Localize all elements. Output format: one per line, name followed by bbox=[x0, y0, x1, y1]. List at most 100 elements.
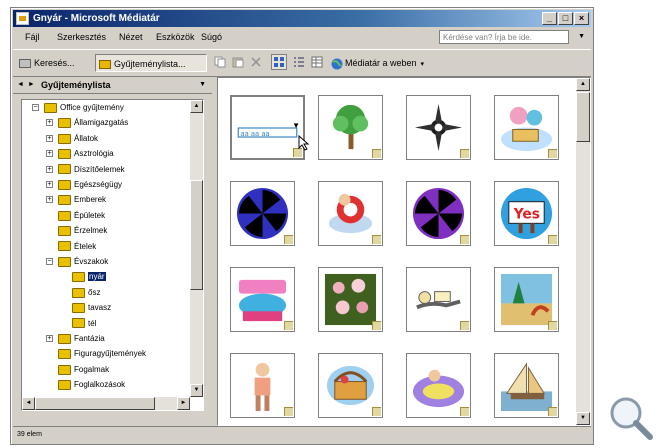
clip-purple-pinwheel[interactable] bbox=[406, 181, 471, 246]
delete-icon[interactable] bbox=[250, 56, 262, 68]
online-dropdown-icon[interactable]: ▾ bbox=[421, 61, 425, 68]
tree-node[interactable]: nyár bbox=[72, 270, 106, 284]
expand-icon[interactable]: + bbox=[46, 196, 53, 204]
grid-scroll-thumb[interactable] bbox=[576, 92, 590, 142]
tree-node[interactable]: + Asztrológia bbox=[46, 147, 114, 161]
clip-pool-float[interactable] bbox=[406, 353, 471, 418]
clip-blue-pinwheel[interactable] bbox=[230, 181, 295, 246]
menu-tools[interactable]: Eszközök bbox=[156, 32, 195, 42]
help-dropdown-icon[interactable]: ▼ bbox=[578, 33, 585, 40]
collection-tree[interactable]: − Office gyűjtemény + Államigazgatás + Állato… bbox=[21, 99, 204, 411]
tree-horizontal-scrollbar[interactable]: ◄ ► bbox=[22, 397, 190, 410]
clip-image: aa aa aa bbox=[237, 127, 298, 138]
grid-scroll-up-button[interactable]: ▲ bbox=[576, 78, 590, 91]
tree-node-label: Épületek bbox=[74, 210, 106, 220]
tree-node[interactable]: + Emberek bbox=[46, 193, 106, 207]
paste-icon[interactable] bbox=[232, 56, 244, 68]
clip-image bbox=[414, 103, 463, 152]
pane-grip-icon[interactable]: ◄ ► bbox=[17, 77, 36, 93]
expand-icon[interactable]: + bbox=[46, 150, 53, 158]
clip-flower-collage[interactable] bbox=[318, 267, 383, 332]
tree-node-label: nyár bbox=[88, 272, 106, 282]
expand-icon[interactable]: + bbox=[46, 165, 53, 173]
globe-icon bbox=[331, 58, 343, 70]
tree-node[interactable]: − Office gyűjtemény bbox=[32, 101, 124, 115]
magnifier-icon[interactable] bbox=[606, 393, 656, 443]
tree-node[interactable]: Épületek bbox=[58, 209, 105, 223]
clip-summer-banner[interactable] bbox=[230, 267, 295, 332]
tree-node[interactable]: Érzelmek bbox=[58, 224, 107, 238]
clip-menu-arrow-icon[interactable]: ▼ bbox=[292, 121, 300, 130]
tree-scroll-right-button[interactable]: ► bbox=[177, 397, 190, 410]
tree-scroll-thumb[interactable] bbox=[190, 180, 203, 290]
tree-hscroll-thumb[interactable] bbox=[35, 397, 155, 410]
svg-text:aa aa aa: aa aa aa bbox=[241, 130, 270, 138]
clip-border-divider[interactable]: aa aa aa ▼ bbox=[230, 95, 310, 160]
minimize-button[interactable]: _ bbox=[542, 12, 557, 25]
clips-online-button[interactable]: Médiatár a weben ▾ bbox=[331, 54, 451, 72]
tree-node[interactable]: + Állatok bbox=[46, 132, 98, 146]
tree-node[interactable]: + Egészségügy bbox=[46, 178, 123, 192]
help-question-input[interactable]: Kérdése van? Írja be ide. bbox=[439, 30, 569, 44]
tree-node[interactable]: + Államigazgatás bbox=[46, 116, 128, 130]
folder-icon bbox=[58, 333, 71, 344]
thumbnails-view-icon[interactable] bbox=[271, 54, 287, 70]
list-view-icon[interactable] bbox=[293, 56, 305, 68]
tree-vertical-scrollbar[interactable]: ▲ ▼ bbox=[190, 100, 203, 397]
menu-help[interactable]: Súgó bbox=[201, 32, 222, 42]
collapse-icon[interactable]: − bbox=[32, 104, 39, 111]
clip-beach-picnic[interactable] bbox=[494, 95, 559, 160]
search-button[interactable]: Keresés... bbox=[19, 54, 79, 72]
clip-badge-icon bbox=[284, 235, 293, 244]
collection-pane-header: ◄ ► Gyűjteménylista ▼ bbox=[13, 77, 212, 94]
collapse-icon[interactable]: − bbox=[46, 258, 53, 265]
maximize-button[interactable]: □ bbox=[558, 12, 573, 25]
expand-icon[interactable]: + bbox=[46, 181, 53, 188]
tree-node[interactable]: Ételek bbox=[58, 240, 96, 254]
tree-node[interactable]: Fogalmak bbox=[58, 363, 109, 377]
clip-sun-ornament[interactable] bbox=[406, 95, 471, 160]
tree-node-label: Egészségügy bbox=[74, 180, 123, 189]
menu-edit[interactable]: Szerkesztés bbox=[57, 32, 106, 42]
tree-node[interactable]: Foglalkozások bbox=[58, 378, 125, 392]
tree-node[interactable]: − Évszakok bbox=[46, 255, 108, 269]
clip-sailboat[interactable] bbox=[494, 353, 559, 418]
clip-swimmer-ring[interactable] bbox=[318, 181, 383, 246]
copy-icon[interactable] bbox=[214, 56, 226, 68]
clip-tree-clipart[interactable] bbox=[318, 95, 383, 160]
clip-image bbox=[500, 362, 553, 412]
search-label: Keresés... bbox=[34, 58, 75, 68]
toolbar: Keresés... Gyűjteménylista... Médiatár a… bbox=[13, 49, 591, 77]
expand-icon[interactable]: + bbox=[46, 335, 53, 342]
tree-node[interactable]: tél bbox=[72, 317, 96, 331]
tree-node[interactable]: tavasz bbox=[72, 301, 111, 315]
title-bar[interactable]: Gnyár - Microsoft Médiatár _ □ × bbox=[13, 10, 591, 27]
menu-view[interactable]: Nézet bbox=[119, 32, 143, 42]
grid-scroll-down-button[interactable]: ▼ bbox=[576, 412, 590, 425]
tree-node[interactable]: Figuragyűjtemények bbox=[58, 347, 146, 361]
pane-menu-icon[interactable]: ▼ bbox=[199, 77, 206, 93]
collection-pane-title: Gyűjteménylista bbox=[41, 80, 111, 90]
clip-badge-icon bbox=[548, 235, 557, 244]
tree-scroll-left-button[interactable]: ◄ bbox=[22, 397, 35, 410]
menu-file[interactable]: Fájl bbox=[25, 32, 40, 42]
clip-beach-scene[interactable] bbox=[494, 267, 559, 332]
tree-node[interactable]: + Díszítőelemek bbox=[46, 163, 125, 177]
clip-picnic-basket[interactable] bbox=[318, 353, 383, 418]
close-button[interactable]: × bbox=[574, 12, 589, 25]
clip-image bbox=[500, 273, 553, 326]
clip-standing-person[interactable] bbox=[230, 353, 295, 418]
tree-scroll-up-button[interactable]: ▲ bbox=[190, 100, 203, 113]
clip-image bbox=[500, 106, 553, 152]
tree-node-label: tavasz bbox=[88, 303, 112, 313]
tree-node[interactable]: + Fantázia bbox=[46, 332, 105, 346]
collection-list-button[interactable]: Gyűjteménylista... bbox=[95, 54, 207, 72]
details-view-icon[interactable] bbox=[311, 56, 323, 68]
expand-icon[interactable]: + bbox=[46, 134, 53, 142]
grid-vertical-scrollbar[interactable]: ▲ ▼ bbox=[576, 78, 590, 425]
tree-scroll-down-button[interactable]: ▼ bbox=[190, 384, 203, 397]
tree-node[interactable]: ősz bbox=[72, 286, 100, 300]
clip-reclining-person[interactable] bbox=[406, 267, 471, 332]
clip-yes-sign[interactable]: Yes bbox=[494, 181, 559, 246]
expand-icon[interactable]: + bbox=[46, 119, 53, 127]
